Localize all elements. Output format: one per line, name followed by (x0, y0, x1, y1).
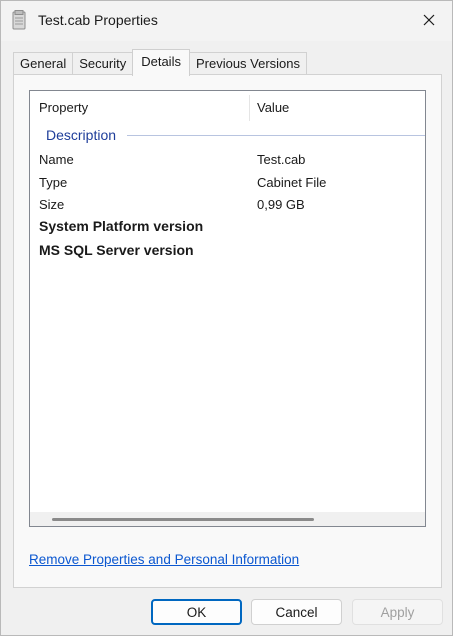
tab-details[interactable]: Details (132, 49, 190, 76)
tab-previous-versions[interactable]: Previous Versions (188, 52, 308, 76)
group-header-description: Description (46, 127, 117, 143)
list-header: Property Value (30, 91, 425, 122)
property-value: Cabinet File (257, 175, 327, 190)
title-bar: Test.cab Properties (1, 1, 452, 41)
list-item[interactable]: Name Test.cab (39, 152, 419, 174)
scrollbar-thumb[interactable] (52, 518, 314, 521)
close-button[interactable] (406, 1, 452, 41)
tab-security[interactable]: Security (72, 52, 134, 76)
property-name: Name (39, 152, 74, 167)
details-panel: Property Value Description Name Test.cab… (13, 74, 442, 588)
remove-properties-link[interactable]: Remove Properties and Personal Informati… (29, 552, 299, 567)
ok-button[interactable]: OK (151, 599, 242, 625)
property-name: Size (39, 197, 65, 212)
tab-strip: General Security Details Previous Versio… (13, 49, 308, 76)
properties-dialog: Test.cab Properties General Security Det… (0, 0, 453, 636)
tab-general[interactable]: General (13, 52, 74, 76)
group-divider (127, 135, 425, 136)
column-divider[interactable] (249, 95, 250, 121)
horizontal-scrollbar[interactable] (30, 512, 425, 526)
property-name: MS SQL Server version (39, 242, 194, 258)
column-header-property[interactable]: Property (39, 100, 88, 115)
apply-button[interactable]: Apply (352, 599, 443, 625)
list-item[interactable]: MS SQL Server version (39, 242, 419, 264)
list-item[interactable]: Type Cabinet File (39, 175, 419, 197)
details-list[interactable]: Property Value Description Name Test.cab… (29, 90, 426, 527)
property-value: 0,99 GB (257, 197, 305, 212)
property-name: Type (39, 175, 68, 190)
property-value: Test.cab (257, 152, 306, 167)
cabinet-file-icon (11, 10, 27, 30)
property-name: System Platform version (39, 218, 204, 234)
close-icon (423, 14, 435, 29)
window-title: Test.cab Properties (38, 12, 158, 28)
column-header-value[interactable]: Value (257, 100, 289, 115)
list-item[interactable]: System Platform version (39, 218, 419, 240)
cancel-button[interactable]: Cancel (251, 599, 342, 625)
list-item[interactable]: Size 0,99 GB (39, 197, 419, 219)
